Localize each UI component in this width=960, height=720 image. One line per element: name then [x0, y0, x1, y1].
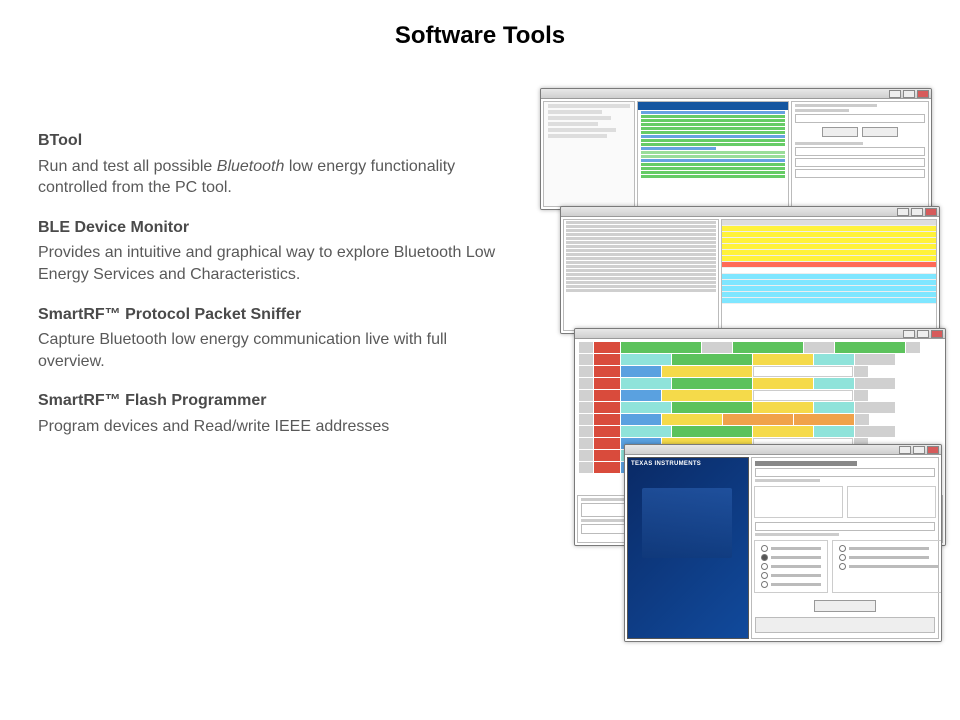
btool-tree-pane [543, 101, 635, 207]
flash-question [755, 461, 857, 466]
close-icon [931, 330, 943, 338]
close-icon [927, 446, 939, 454]
tool4-desc: Program devices and Read/write IEEE addr… [38, 416, 498, 438]
tool1-desc-pre: Run and test all possible [38, 158, 217, 175]
flash-main-pane [751, 457, 939, 639]
tool4-title: SmartRF™ Flash Programmer [38, 390, 498, 412]
text-column: BTool Run and test all possible Bluetoot… [38, 112, 498, 438]
window-titlebar [541, 89, 931, 99]
minimize-icon [899, 446, 911, 454]
screenshot-stack: TEXAS INSTRUMENTS [540, 88, 940, 648]
tool2-desc: Provides an intuitive and graphical way … [38, 242, 498, 285]
tool1-desc-em: Bluetooth [217, 158, 285, 175]
screenshot-btool [540, 88, 932, 210]
minimize-icon [903, 330, 915, 338]
window-titlebar [561, 207, 939, 217]
maximize-icon [913, 446, 925, 454]
close-icon [925, 208, 937, 216]
minimize-icon [897, 208, 909, 216]
tool1-title: BTool [38, 130, 498, 152]
devmon-log-pane [563, 219, 719, 331]
tool2-title: BLE Device Monitor [38, 217, 498, 239]
minimize-icon [889, 90, 901, 98]
devmon-attr-pane [721, 219, 937, 331]
window-titlebar [575, 329, 945, 339]
maximize-icon [917, 330, 929, 338]
tool3-desc: Capture Bluetooth low energy communicati… [38, 329, 498, 372]
tool3-title: SmartRF™ Protocol Packet Sniffer [38, 304, 498, 326]
btool-controls-pane [791, 101, 929, 207]
window-body: TEXAS INSTRUMENTS [625, 455, 941, 641]
ti-logo: TEXAS INSTRUMENTS [628, 458, 748, 470]
tool1-desc: Run and test all possible Bluetooth low … [38, 156, 498, 199]
flash-brand-pane: TEXAS INSTRUMENTS [627, 457, 749, 639]
page-title: Software Tools [0, 22, 960, 50]
window-titlebar [625, 445, 941, 455]
close-icon [917, 90, 929, 98]
window-body [541, 99, 931, 209]
screenshot-ble-device-monitor [560, 206, 940, 334]
window-body [561, 217, 939, 333]
chip-art-icon [642, 488, 732, 558]
btool-log-pane [637, 101, 789, 207]
maximize-icon [911, 208, 923, 216]
slide: Software Tools BTool Run and test all po… [0, 0, 960, 720]
screenshot-flash-programmer: TEXAS INSTRUMENTS [624, 444, 942, 642]
maximize-icon [903, 90, 915, 98]
